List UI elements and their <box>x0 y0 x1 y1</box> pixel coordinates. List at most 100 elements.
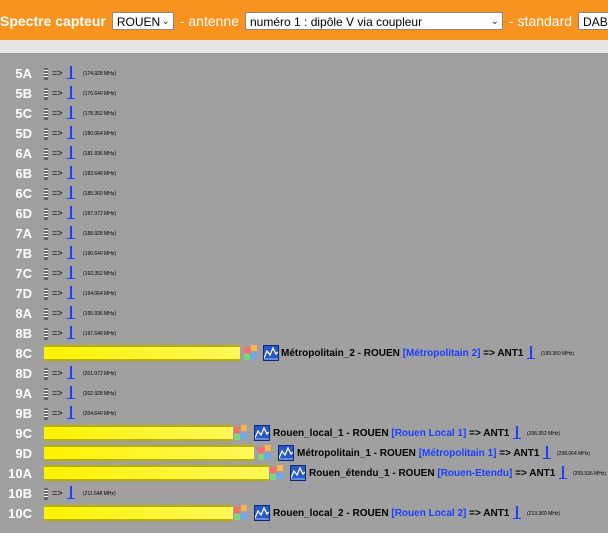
spectrum-icon[interactable] <box>290 465 306 481</box>
frequency-text: (194.064 MHz) <box>83 291 117 297</box>
channel-label: 5C <box>15 106 32 121</box>
antenna-target: => ANT1 <box>469 508 510 519</box>
arrow-text: => <box>52 268 63 278</box>
frequency-text: (176.640 MHz) <box>83 91 117 97</box>
service-name: Métropolitain_1 - ROUEN <box>297 448 416 459</box>
signal-icon[interactable] <box>67 386 75 399</box>
frequency-text: (174.928 MHz) <box>83 71 117 77</box>
signal-icon[interactable] <box>513 506 521 519</box>
frequency-text: (183.648 MHz) <box>83 171 117 177</box>
spectrum-icon[interactable] <box>278 445 294 461</box>
ensemble-link[interactable]: [Métropolitain 1] <box>419 448 497 459</box>
service-name: Rouen_local_2 - ROUEN <box>273 508 389 519</box>
frequency-text: (204.640 MHz) <box>83 411 117 417</box>
level-indicator-icon <box>44 128 48 140</box>
signal-icon[interactable] <box>67 366 75 379</box>
signal-icon[interactable] <box>67 246 75 259</box>
arrow-text: => <box>52 308 63 318</box>
channel-row: 10B => (211.648 MHz) <box>0 484 608 504</box>
antenne-label: - antenne <box>179 13 239 29</box>
channel-label: 8B <box>15 326 32 341</box>
ensemble-link[interactable]: [Rouen Local 2] <box>391 508 466 519</box>
antenne-value: numéro 1 : dipôle V via coupleur <box>250 15 423 29</box>
signal-icon[interactable] <box>67 66 75 79</box>
standard-select[interactable]: DAB <box>578 12 608 30</box>
ensemble-link[interactable]: [Rouen Local 1] <box>391 428 466 439</box>
antenna-target: => ANT1 <box>515 468 556 479</box>
constellation-icon[interactable] <box>244 345 260 361</box>
channel-row: 8D => (201.072 MHz) <box>0 364 608 384</box>
channel-label: 5B <box>15 86 32 101</box>
channel-row: 6D => (187.072 MHz) <box>0 204 608 224</box>
channel-label: 9C <box>15 426 32 441</box>
arrow-text: => <box>52 208 63 218</box>
constellation-icon[interactable] <box>234 425 250 441</box>
channel-row: 5C => (178.352 MHz) <box>0 104 608 124</box>
antenne-select[interactable]: numéro 1 : dipôle V via coupleur ⌄ <box>245 12 503 30</box>
signal-icon[interactable] <box>67 326 75 339</box>
signal-icon[interactable] <box>67 266 75 279</box>
signal-icon[interactable] <box>67 166 75 179</box>
channel-label: 9D <box>15 446 32 461</box>
signal-icon[interactable] <box>67 186 75 199</box>
ville-select[interactable]: ROUEN ⌄ <box>111 12 174 30</box>
frequency-text: (195.936 MHz) <box>83 311 117 317</box>
level-indicator-icon <box>44 248 48 260</box>
signal-icon[interactable] <box>67 86 75 99</box>
frequency-text: (178.352 MHz) <box>83 111 117 117</box>
arrow-text: => <box>52 68 63 78</box>
ensemble-link[interactable]: [Métropolitain 2] <box>403 348 481 359</box>
level-indicator-icon <box>44 168 48 180</box>
level-indicator-icon <box>44 88 48 100</box>
level-indicator-icon <box>44 488 48 500</box>
channel-label: 10B <box>8 486 32 501</box>
ensemble-link[interactable]: [Rouen-Etendu] <box>437 468 512 479</box>
channel-label: 6A <box>15 146 32 161</box>
channel-label: 9A <box>15 386 32 401</box>
frequency-text: (213.360 MHz) <box>527 511 561 517</box>
channel-row: 9A => (202.928 MHz) <box>0 384 608 404</box>
service-info: Rouen_local_2 - ROUEN [Rouen Local 2] =>… <box>273 508 509 519</box>
spectrum-icon[interactable] <box>263 345 279 361</box>
frequency-text: (201.072 MHz) <box>83 371 117 377</box>
service-info: Rouen_local_1 - ROUEN [Rouen Local 1] =>… <box>273 428 509 439</box>
signal-icon[interactable] <box>559 466 567 479</box>
signal-icon[interactable] <box>543 446 551 459</box>
signal-icon[interactable] <box>67 406 75 419</box>
header-bar: Spectre capteur ROUEN ⌄ - antenne numéro… <box>0 0 608 40</box>
signal-icon[interactable] <box>67 206 75 219</box>
channel-label: 7C <box>15 266 32 281</box>
level-indicator-icon <box>44 68 48 80</box>
constellation-icon[interactable] <box>270 465 286 481</box>
channel-label: 8D <box>15 366 32 381</box>
signal-level-bar <box>44 465 269 481</box>
signal-icon[interactable] <box>67 146 75 159</box>
signal-icon[interactable] <box>513 426 521 439</box>
arrow-text: => <box>52 148 63 158</box>
constellation-icon[interactable] <box>258 445 274 461</box>
signal-icon[interactable] <box>67 486 75 499</box>
signal-icon[interactable] <box>527 346 535 359</box>
signal-level-bar <box>44 505 233 521</box>
channel-row: 9B => (204.640 MHz) <box>0 404 608 424</box>
signal-icon[interactable] <box>67 226 75 239</box>
arrow-text: => <box>52 288 63 298</box>
level-indicator-icon <box>44 208 48 220</box>
antenna-target: => ANT1 <box>469 428 510 439</box>
signal-icon[interactable] <box>67 126 75 139</box>
level-indicator-icon <box>44 228 48 240</box>
signal-icon[interactable] <box>67 106 75 119</box>
signal-icon[interactable] <box>67 306 75 319</box>
spectrum-icon[interactable] <box>254 425 270 441</box>
channel-row: 8C Métropolitain_2 - ROUEN [Métropolitain… <box>0 344 608 364</box>
constellation-icon[interactable] <box>234 505 250 521</box>
service-name: Rouen_local_1 - ROUEN <box>273 428 389 439</box>
service-name: Métropolitain_2 - ROUEN <box>281 348 400 359</box>
channel-label: 6C <box>15 186 32 201</box>
channel-label: 9B <box>15 406 32 421</box>
channel-row: 5D => (180.064 MHz) <box>0 124 608 144</box>
channel-label: 7B <box>15 246 32 261</box>
channel-label: 7A <box>15 226 32 241</box>
signal-icon[interactable] <box>67 286 75 299</box>
spectrum-icon[interactable] <box>254 505 270 521</box>
